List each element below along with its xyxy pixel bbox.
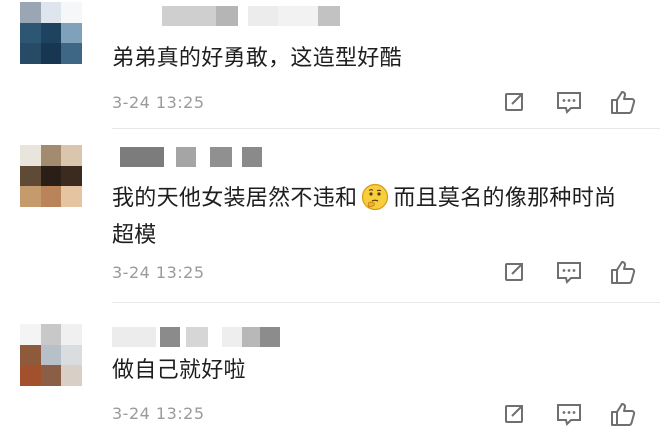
share-icon <box>505 93 523 111</box>
comment-actions <box>500 399 640 429</box>
reply-button[interactable] <box>554 87 584 117</box>
divider <box>112 302 660 303</box>
comment-actions <box>500 87 640 117</box>
comment-text: 我的天他女装居然不违和 而且莫名的像那种时尚超模 <box>112 180 620 254</box>
share-icon <box>505 405 523 423</box>
reply-button[interactable] <box>554 257 584 287</box>
comment-time: 3-24 13:25 <box>112 404 205 423</box>
divider <box>112 128 660 129</box>
username[interactable] <box>112 146 262 168</box>
username[interactable] <box>112 5 340 27</box>
reply-button[interactable] <box>554 399 584 429</box>
comment-icon <box>557 404 581 426</box>
comment-time: 3-24 13:25 <box>112 263 205 282</box>
comment-actions <box>500 257 640 287</box>
comment-text: 弟弟真的好勇敢，这造型好酷 <box>112 46 402 71</box>
like-button[interactable] <box>608 87 638 117</box>
like-button[interactable] <box>608 399 638 429</box>
share-button[interactable] <box>500 257 530 287</box>
avatar[interactable] <box>20 145 82 207</box>
comment-text: 做自己就好啦 <box>112 358 246 383</box>
avatar[interactable] <box>20 2 82 64</box>
username[interactable] <box>112 326 280 348</box>
share-button[interactable] <box>500 87 530 117</box>
thumbs-up-icon <box>611 261 636 284</box>
thumbs-up-icon <box>611 91 636 114</box>
thumbs-up-icon <box>611 403 636 426</box>
comment-icon <box>557 92 581 114</box>
like-button[interactable] <box>608 257 638 287</box>
avatar[interactable] <box>20 324 82 386</box>
thinking-face-icon <box>361 183 389 211</box>
share-button[interactable] <box>500 399 530 429</box>
comment-text-part: 我的天他女装居然不违和 <box>112 186 358 211</box>
share-icon <box>505 263 523 281</box>
comment-time: 3-24 13:25 <box>112 93 205 112</box>
comment-icon <box>557 262 581 284</box>
